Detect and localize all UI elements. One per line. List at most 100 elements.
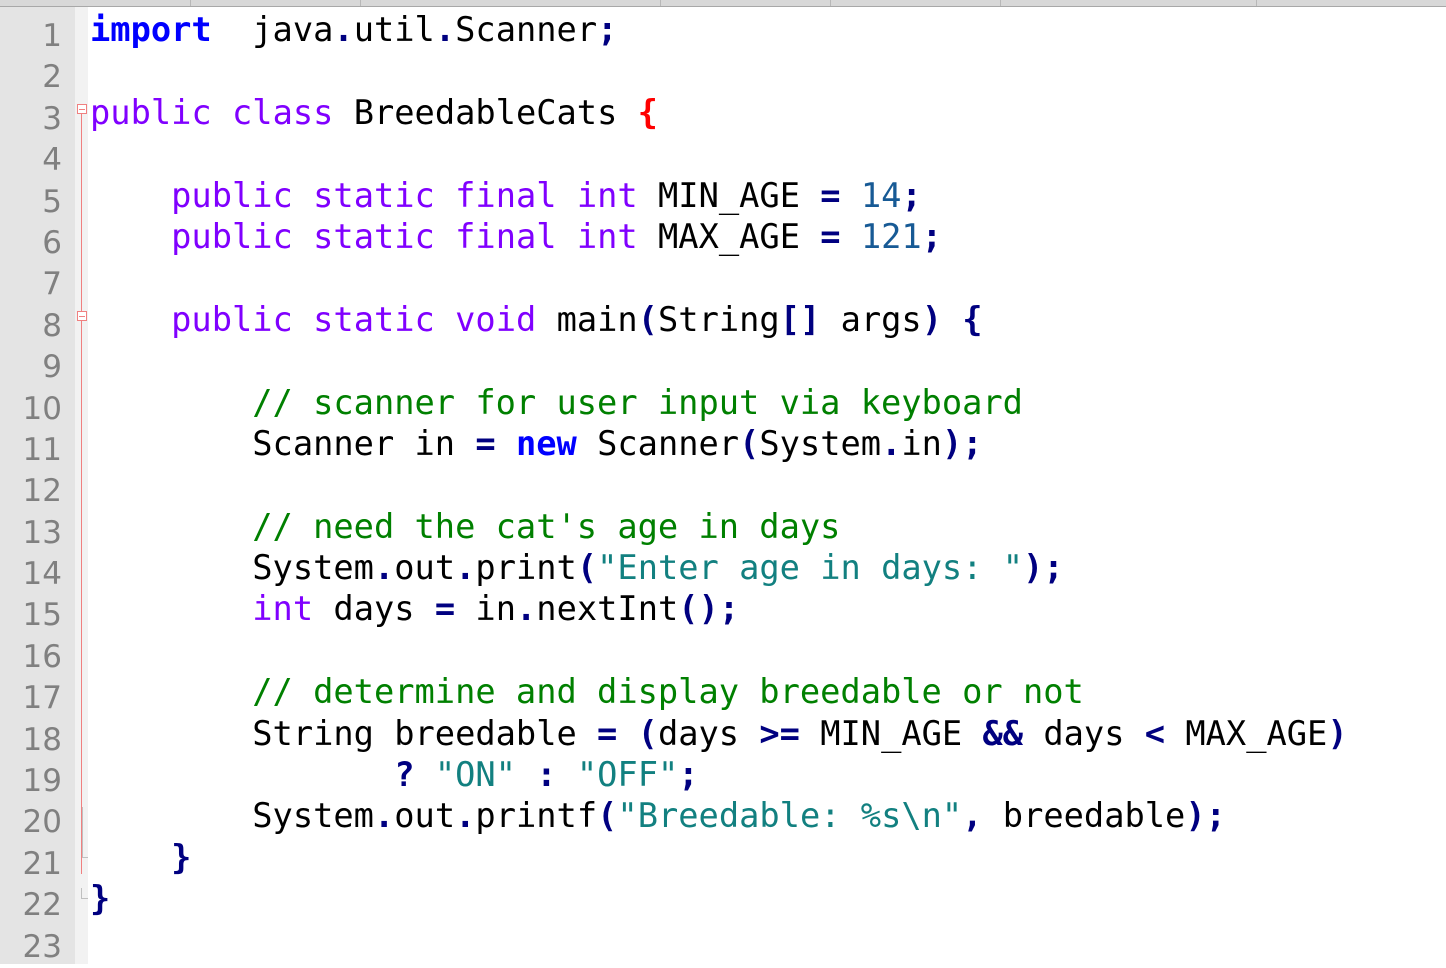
code-token: ; bbox=[597, 10, 618, 49]
code-token: "ON" bbox=[434, 755, 516, 795]
code-token: BreedableCats bbox=[333, 92, 638, 132]
code-line[interactable]: public static final int MAX_AGE = 121; bbox=[90, 216, 1348, 257]
code-line[interactable]: public static final int MIN_AGE = 14; bbox=[90, 175, 1348, 216]
code-token: } bbox=[90, 879, 111, 919]
code-token: days bbox=[657, 713, 760, 753]
line-number: 14 bbox=[22, 556, 62, 593]
code-token: . bbox=[333, 10, 354, 49]
code-token: java bbox=[211, 10, 334, 49]
line-number: 1 bbox=[42, 18, 62, 54]
line-number: 23 bbox=[22, 928, 62, 965]
code-line[interactable]: String breedable = (days >= MIN_AGE && d… bbox=[90, 713, 1348, 754]
code-line[interactable]: import java.util.Scanner; bbox=[90, 9, 1348, 50]
code-token: (); bbox=[678, 589, 740, 629]
line-number: 19 bbox=[22, 763, 62, 800]
line-numbers: 1 2 3 4 5 6 7 8 9 10 11 12 13 14 15 16 17 18 19 20 21 22 23 bbox=[0, 16, 62, 968]
code-line[interactable]: // scanner for user input via keyboard bbox=[90, 382, 1348, 423]
code-token: ); bbox=[1185, 796, 1226, 836]
code-line[interactable] bbox=[90, 257, 1348, 298]
code-token: System bbox=[90, 796, 374, 836]
code-line[interactable]: public static void main(String[] args) { bbox=[90, 299, 1348, 340]
code-line[interactable]: } bbox=[90, 878, 1348, 919]
code-token: public bbox=[90, 92, 212, 132]
code-token: nextInt bbox=[536, 589, 679, 629]
code-token: ( bbox=[637, 713, 658, 753]
code-token: MIN_AGE bbox=[799, 713, 983, 753]
code-line[interactable]: ? "ON" : "OFF"; bbox=[90, 754, 1348, 795]
code-token: . bbox=[434, 10, 456, 49]
code-line[interactable] bbox=[90, 340, 1348, 381]
code-token: . bbox=[515, 589, 537, 629]
code-token: "Breedable: %s\n" bbox=[617, 796, 963, 836]
code-token: . bbox=[881, 423, 902, 463]
line-number: 12 bbox=[22, 473, 62, 510]
code-line[interactable]: // determine and display breedable or no… bbox=[90, 671, 1348, 712]
line-number: 9 bbox=[42, 349, 62, 386]
code-token: ( bbox=[597, 796, 618, 836]
code-token: } bbox=[171, 837, 192, 877]
code-line[interactable]: } bbox=[90, 837, 1348, 878]
code-token: [] bbox=[779, 299, 821, 339]
code-editor[interactable]: import java.util.Scanner; public class Br… bbox=[90, 9, 1348, 961]
code-line[interactable] bbox=[90, 464, 1348, 505]
fold-toggle-class[interactable] bbox=[77, 104, 87, 114]
code-line[interactable]: public class BreedableCats { bbox=[90, 92, 1348, 133]
line-number: 22 bbox=[22, 887, 62, 924]
code-line[interactable]: int days = in.nextInt(); bbox=[90, 588, 1348, 629]
code-token: out bbox=[394, 548, 456, 588]
code-line[interactable] bbox=[90, 630, 1348, 671]
fold-toggle-main[interactable] bbox=[77, 311, 87, 321]
code-token: new bbox=[515, 423, 577, 463]
line-number: 7 bbox=[42, 266, 62, 303]
code-line[interactable] bbox=[90, 133, 1348, 174]
code-token: Scanner bbox=[576, 423, 740, 463]
line-number: 8 bbox=[42, 307, 62, 344]
code-token: ? bbox=[394, 755, 415, 795]
code-line[interactable] bbox=[90, 50, 1348, 91]
line-number: 11 bbox=[22, 431, 62, 468]
code-token: out bbox=[394, 796, 456, 836]
code-token: ; bbox=[678, 755, 699, 795]
code-line[interactable]: Scanner in = new Scanner(System.in); bbox=[90, 423, 1348, 464]
code-token: ) bbox=[1327, 713, 1348, 753]
code-token: int bbox=[576, 216, 638, 256]
code-token: System bbox=[759, 423, 882, 463]
code-token: ( bbox=[739, 423, 760, 463]
code-token: ); bbox=[1023, 548, 1064, 588]
code-token: Scanner bbox=[455, 10, 598, 49]
line-number: 5 bbox=[42, 183, 62, 220]
code-token: = bbox=[434, 589, 456, 629]
code-line[interactable]: System.out.print("Enter age in days: "); bbox=[90, 547, 1348, 588]
code-token: breedable bbox=[982, 796, 1186, 836]
line-number: 13 bbox=[22, 514, 62, 551]
code-token: final bbox=[455, 216, 557, 256]
code-token: in bbox=[901, 423, 942, 463]
code-token: public bbox=[171, 299, 293, 339]
code-token: . bbox=[373, 796, 395, 836]
code-line[interactable]: System.out.printf("Breedable: %s\n", bre… bbox=[90, 795, 1348, 836]
code-token: MIN_AGE bbox=[637, 175, 821, 215]
code-token: . bbox=[455, 796, 476, 836]
code-token: ; bbox=[901, 175, 922, 215]
code-token: util bbox=[353, 10, 435, 49]
code-token: && bbox=[982, 713, 1024, 753]
code-line[interactable]: // need the cat's age in days bbox=[90, 506, 1348, 547]
code-token: >= bbox=[759, 713, 800, 753]
code-line[interactable] bbox=[90, 920, 1348, 961]
code-token: printf bbox=[475, 796, 598, 836]
line-number: 10 bbox=[22, 390, 62, 427]
